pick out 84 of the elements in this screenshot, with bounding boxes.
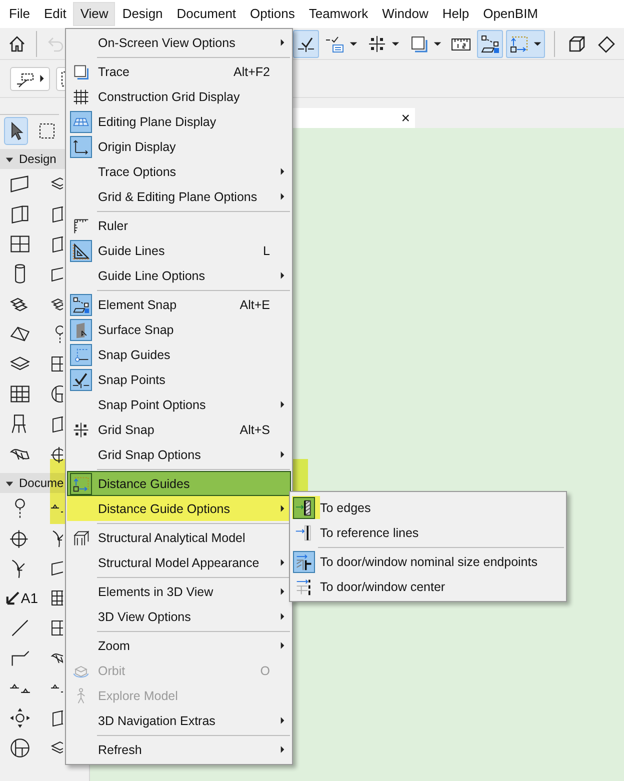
window-icon[interactable] (50, 354, 63, 374)
menu-item[interactable]: 3D Navigation Extras (67, 708, 291, 733)
marquee-icon (37, 121, 58, 141)
menu-item[interactable]: Ruler (67, 213, 291, 238)
menu-bar-item[interactable]: Teamwork (302, 2, 376, 26)
menu-item[interactable]: Snap Points (67, 367, 291, 392)
menu-bar-item[interactable]: Design (115, 2, 170, 26)
menu-item[interactable]: Elements in 3D View (67, 579, 291, 604)
menu-item[interactable]: Refresh (67, 737, 291, 762)
menu-item[interactable]: To door/window nominal size endpoints (291, 549, 565, 574)
door-icon[interactable] (50, 708, 63, 728)
circle-grid-icon[interactable] (9, 737, 31, 759)
menu-bar-item[interactable]: View (73, 2, 116, 26)
menu-item[interactable]: Structural Analytical Model (67, 525, 291, 550)
shortcut-text: Alt+E (240, 298, 270, 312)
house-icon (7, 34, 27, 54)
window-icon[interactable] (9, 233, 31, 255)
arrow-tool-dropdown[interactable] (10, 66, 50, 90)
close-button[interactable]: × (401, 110, 410, 126)
menu-item[interactable]: Element Snap Alt+E (67, 292, 291, 317)
shortcut-text: Alt+F2 (234, 64, 270, 78)
menu-bar-item[interactable]: Edit (36, 2, 74, 26)
toolbar-button[interactable] (506, 30, 545, 58)
menu-bar-item[interactable]: File (2, 2, 37, 26)
menu-item[interactable]: Zoom (67, 633, 291, 658)
menu-item[interactable]: Snap Guides (67, 342, 291, 367)
shortcut-text: L (263, 244, 270, 258)
menu-bar-item[interactable]: Help (435, 2, 476, 26)
shortcut-text: Alt+S (240, 422, 270, 436)
menu-item[interactable]: Snap Point Options (67, 392, 291, 417)
door-icon[interactable] (50, 414, 63, 434)
menu-item[interactable]: Trace Alt+F2 (67, 59, 291, 84)
menu-item[interactable]: Guide Lines L (67, 238, 291, 263)
menu-item[interactable]: 3D View Options (67, 604, 291, 629)
toolbar-button[interactable] (477, 30, 503, 58)
menu-item[interactable]: To reference lines (291, 520, 565, 545)
cube-icon (567, 34, 587, 54)
door-icon[interactable] (50, 234, 63, 254)
selection-tool[interactable] (4, 117, 28, 145)
grid-panel-icon[interactable] (50, 588, 63, 608)
menu-bar-item[interactable]: Document (170, 2, 244, 26)
menu-item[interactable]: Grid Snap Options (67, 442, 291, 467)
crosshair-icon[interactable] (50, 444, 63, 464)
triangle-icon (5, 154, 14, 164)
caret-icon (349, 40, 358, 46)
arrow-icon (6, 590, 20, 606)
label-tool[interactable]: A1 (6, 590, 38, 606)
menu-item[interactable]: Guide Line Options (67, 263, 291, 288)
toolbar-button[interactable] (293, 30, 319, 58)
diamond-icon (596, 34, 616, 54)
arc-dimension-icon[interactable] (50, 528, 63, 548)
caret-icon (533, 40, 542, 46)
menu-item[interactable]: To edges (291, 495, 565, 520)
menu-item[interactable]: To door/window center (291, 574, 565, 599)
door-icon[interactable] (50, 204, 63, 224)
slanted-panel-icon[interactable] (9, 173, 31, 195)
menu-bar-item[interactable]: Window (375, 2, 436, 26)
menu-item[interactable]: Editing Plane Display (67, 109, 291, 134)
menu-item[interactable]: Surface Snap (67, 317, 291, 342)
menu-item[interactable]: On-Screen View Options (67, 30, 291, 55)
overlapping-squares-icon (409, 34, 429, 54)
section-title: Design (19, 152, 56, 166)
caret-icon (433, 40, 442, 46)
circle-grid-icon[interactable] (50, 384, 63, 404)
menu-item[interactable]: Construction Grid Display (67, 84, 291, 109)
caret-icon (391, 40, 400, 46)
grid-panel-icon[interactable] (9, 383, 31, 405)
menu-bar-item[interactable]: Options (243, 2, 302, 26)
dot-grid-icon (367, 34, 387, 54)
menu-item[interactable]: Distance Guides (67, 471, 291, 496)
menu-bar-item[interactable]: OpenBIM (476, 2, 546, 26)
menu-item[interactable]: Structural Model Appearance (67, 550, 291, 575)
distance-arrows-icon (509, 34, 529, 54)
line-icon[interactable] (9, 617, 31, 639)
node-arrows-icon[interactable] (9, 707, 31, 729)
triangle-icon (5, 478, 14, 488)
caret-icon (39, 74, 45, 83)
window-icon[interactable] (50, 618, 63, 638)
door-icon[interactable] (9, 203, 31, 225)
shortcut-text: O (260, 664, 270, 678)
menu-item[interactable]: Distance Guide Options (67, 496, 291, 521)
node-snap-icon (480, 34, 500, 54)
menu-item[interactable]: Grid & Editing Plane Options (67, 184, 291, 209)
menu-item[interactable]: Grid Snap Alt+S (67, 417, 291, 442)
